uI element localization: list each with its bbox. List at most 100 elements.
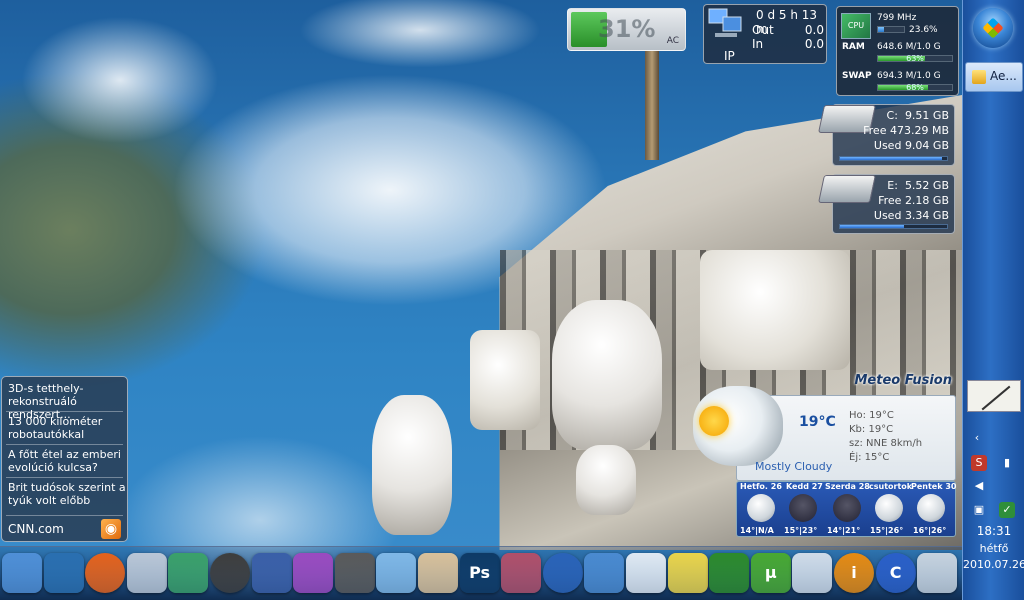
forecast-temps: 14°|N/A (740, 526, 774, 535)
recycle-bin-icon[interactable] (917, 553, 958, 593)
forecast-temps: 16°|26° (913, 526, 947, 535)
drive-c-usage-bar (839, 156, 948, 161)
clock-date[interactable]: 2010.07.26. (963, 558, 1024, 571)
book-icon[interactable] (251, 553, 292, 593)
drive-c-used: Used 9.04 GB (873, 139, 949, 152)
dock-bar: Ps µ i C (0, 546, 962, 600)
drive-e-free: Free 2.18 GB (878, 194, 949, 207)
taskbar-window-label: Ae... (990, 69, 1017, 83)
news-item[interactable]: Brit tudósok szerint a tyúk volt előbb (8, 481, 126, 507)
current-temperature: 19°C (799, 414, 836, 430)
shield-icon[interactable]: ✓ (999, 502, 1015, 518)
calculator-icon[interactable] (626, 553, 666, 593)
news-item[interactable]: 13 000 kilométer robotautókkal (8, 415, 126, 441)
forecast-day: csutortok (869, 482, 913, 491)
chevron-up-icon[interactable]: ‹ (969, 430, 985, 446)
iss-module-image (470, 330, 540, 430)
swap-value: 694.3 M/1.0 G (877, 71, 941, 81)
news-item[interactable]: A főtt étel az emberi evolúció kulcsa? (8, 448, 126, 474)
out-label: Out (752, 23, 774, 37)
antivirus-icon[interactable]: S (971, 455, 987, 471)
swap-usage-percent: 68% (906, 83, 924, 92)
cpu-usage-bar (877, 26, 905, 33)
glass-app-icon[interactable] (376, 553, 417, 593)
stapler-icon[interactable] (334, 553, 375, 593)
drive-e-gadget[interactable]: E: 5.52 GB Free 2.18 GB Used 3.34 GB (818, 174, 955, 234)
cpu-chip-icon: CPU (841, 13, 871, 39)
news-divider (6, 477, 123, 478)
astronaut-image (552, 300, 662, 450)
forecast-temps: 15°|26° (870, 526, 904, 535)
taskbar-window-button[interactable]: Ae... (965, 62, 1023, 92)
pen-input-icon[interactable] (967, 380, 1021, 412)
umbrella-icon (833, 494, 861, 522)
taskbar: Ae... ‹ S ▮ ◀ ▣ ✓ 18:31 hétfő 2010.07.26… (962, 0, 1024, 600)
ip-label: IP (724, 49, 735, 63)
network-meter-gadget[interactable]: 0 d 5 h 13 m Out 0.0 In 0.0 IP (703, 4, 827, 64)
feels-like-temperature: Kb: 19°C (849, 424, 894, 435)
astronaut-legs-image (576, 445, 636, 515)
weather-title: Meteo Fusion (854, 373, 952, 388)
weather-gadget[interactable]: Meteo Fusion 19°C Ho: 19°C Kb: 19°C sz: … (693, 373, 956, 538)
thunderstorm-icon (875, 494, 903, 522)
paint-icon[interactable] (418, 553, 458, 593)
out-value: 0.0 (804, 23, 824, 37)
cpu-frequency: 799 MHz (877, 13, 917, 23)
firefox-icon[interactable] (85, 553, 126, 593)
keyboard-icon[interactable] (792, 553, 833, 593)
utorrent-icon[interactable]: µ (750, 553, 791, 593)
signal-icon[interactable]: ▮ (999, 455, 1015, 471)
in-value: 0.0 (804, 37, 824, 51)
news-divider (6, 444, 123, 445)
start-button[interactable] (973, 8, 1013, 48)
umbrella-icon (789, 494, 817, 522)
cpu-usage-percent: 23.6% (909, 25, 938, 35)
clock-day[interactable]: hétfő (963, 542, 1024, 555)
drive-c-capacity: C: 9.51 GB (886, 109, 949, 122)
system-meter-gadget[interactable]: CPU 799 MHz 23.6% RAM 648.6 M/1.0 G 63% … (836, 6, 959, 96)
ccleaner-icon[interactable]: C (875, 553, 916, 593)
documents-icon[interactable] (126, 553, 167, 593)
news-source-link[interactable]: CNN.com (8, 522, 64, 536)
mostly-cloudy-icon (693, 386, 783, 466)
usb-icon[interactable]: ▣ (971, 502, 987, 518)
network-computers-icon (708, 8, 742, 37)
wind-info: sz: NNE 8km/h (849, 438, 923, 449)
news-feed-gadget: 3D-s tetthely-rekonstruáló rendszert... … (1, 376, 128, 542)
nebula-icon[interactable] (501, 553, 542, 593)
battery-source: AC (666, 36, 679, 46)
info-icon[interactable]: i (834, 553, 874, 593)
hard-drive-icon (818, 175, 876, 203)
forecast-panel: Hetfo. 26 Kedd 27 Szerda 28 csutortok Pe… (736, 481, 956, 537)
network-icon[interactable] (43, 553, 84, 593)
ram-label: RAM (842, 42, 865, 52)
rss-icon[interactable]: ◉ (101, 519, 121, 539)
chart-app-icon[interactable] (709, 553, 750, 593)
battery-gadget[interactable]: 31% AC (567, 8, 686, 51)
google-earth-icon[interactable] (542, 553, 583, 593)
in-label: In (752, 37, 764, 51)
downloads-icon[interactable] (168, 553, 209, 593)
onenote-icon[interactable] (293, 553, 334, 593)
weather-description: Mostly Cloudy (755, 460, 833, 473)
sticky-notes-icon[interactable] (667, 553, 708, 593)
media-player-icon[interactable] (210, 553, 250, 593)
network-out-row: Out 0.0 (752, 23, 824, 37)
drive-c-gadget[interactable]: C: 9.51 GB Free 473.29 MB Used 9.04 GB (818, 104, 955, 166)
computer-icon[interactable] (2, 553, 42, 593)
clock-time[interactable]: 18:31 (963, 524, 1024, 538)
network-in-row: In 0.0 (752, 37, 824, 51)
drive-e-used: Used 3.34 GB (873, 209, 949, 222)
partly-sunny-icon (747, 494, 775, 522)
night-temperature: Éj: 15°C (849, 452, 890, 463)
folder-icon (972, 70, 986, 84)
forecast-day: Pentek 30 (911, 482, 957, 491)
high-temperature: Ho: 19°C (849, 410, 894, 421)
forecast-temps: 14°|21° (827, 526, 861, 535)
forecast-day: Szerda 28 (825, 482, 870, 491)
photoshop-icon[interactable]: Ps (459, 553, 500, 593)
drive-c-free: Free 473.29 MB (863, 124, 949, 137)
volume-icon[interactable]: ◀ (971, 478, 987, 494)
forecast-day: Hetfo. 26 (740, 482, 782, 491)
search-icon[interactable] (584, 553, 625, 593)
